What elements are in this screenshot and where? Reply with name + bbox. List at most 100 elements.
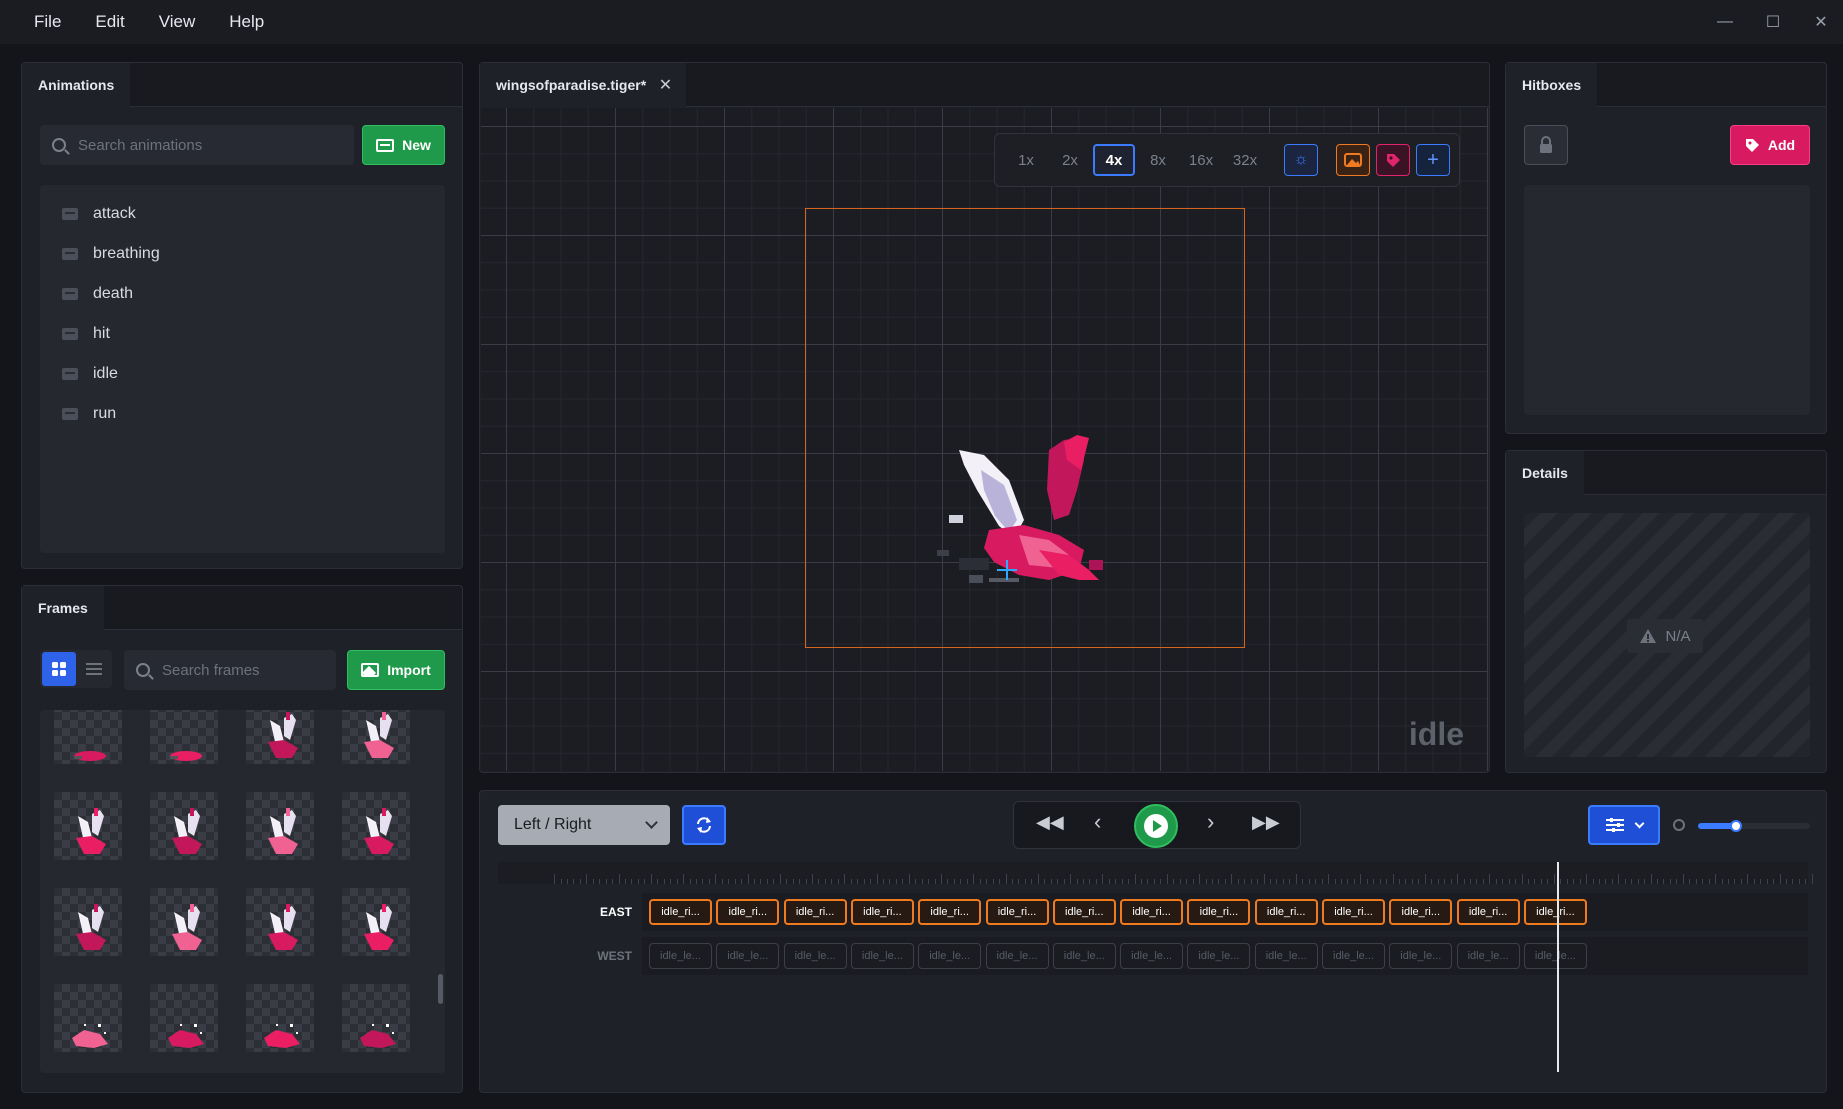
toggle-hitboxes[interactable]	[1376, 144, 1410, 176]
frame-thumbnail[interactable]	[54, 888, 122, 956]
timeline-frame[interactable]: idle_ri...	[1523, 899, 1587, 925]
close-tab-icon[interactable]: ✕	[659, 75, 672, 95]
timeline-frame[interactable]: idle_le...	[1254, 943, 1318, 969]
animation-item-hit[interactable]: hit	[62, 325, 110, 343]
import-frames-button[interactable]: Import	[347, 650, 445, 690]
animations-search[interactable]	[40, 125, 354, 165]
tab-editor-file[interactable]: wingsofparadise.tiger* ✕	[480, 63, 687, 107]
timeline-frame[interactable]: idle_le...	[1322, 943, 1385, 969]
menu-edit[interactable]: Edit	[95, 12, 124, 32]
frame-thumbnail[interactable]	[342, 888, 410, 956]
frame-thumbnail[interactable]	[150, 710, 218, 764]
frame-thumbnail[interactable]	[54, 792, 122, 860]
grid-view-button[interactable]	[42, 652, 76, 686]
frame-thumbnail[interactable]	[246, 984, 314, 1052]
play-button[interactable]	[1134, 804, 1178, 848]
animation-item-attack[interactable]: attack	[62, 205, 136, 223]
animation-item-breathing[interactable]: breathing	[62, 245, 160, 263]
timeline-frame[interactable]: idle_le...	[1523, 943, 1587, 969]
frame-thumbnail[interactable]	[150, 984, 218, 1052]
timeline-frame[interactable]: idle_ri...	[1456, 899, 1520, 925]
timeline-frame[interactable]: idle_ri...	[649, 899, 712, 925]
zoom-2x[interactable]: 2x	[1053, 144, 1087, 176]
tab-frames[interactable]: Frames	[22, 586, 104, 630]
zoom-8x[interactable]: 8x	[1141, 144, 1175, 176]
frame-thumbnail[interactable]	[342, 792, 410, 860]
first-frame-button[interactable]: ◀◀	[1036, 812, 1064, 833]
sprite-canvas[interactable]: idle	[481, 108, 1488, 771]
timeline-frame[interactable]: idle_ri...	[1254, 899, 1318, 925]
timeline-frame[interactable]: idle_ri...	[918, 899, 982, 925]
timeline-frame[interactable]: idle_le...	[1120, 943, 1184, 969]
minimize-button[interactable]: —	[1701, 0, 1749, 44]
add-hitbox-button[interactable]: Add	[1730, 125, 1810, 165]
slider-handle[interactable]	[1730, 820, 1742, 832]
timeline-frame[interactable]: idle_ri...	[783, 899, 847, 925]
animation-item-run[interactable]: run	[62, 405, 116, 423]
timeline-frame[interactable]: idle_le...	[1456, 943, 1520, 969]
tab-animations[interactable]: Animations	[22, 63, 131, 107]
toggle-origin[interactable]: +	[1416, 144, 1450, 176]
frame-thumbnail[interactable]	[54, 984, 122, 1052]
timeline-frame[interactable]: idle_ri...	[850, 899, 914, 925]
timeline-frame[interactable]: idle_ri...	[1389, 899, 1453, 925]
next-frame-button[interactable]: ›	[1207, 809, 1214, 835]
timeline-frame[interactable]: idle_ri...	[1052, 899, 1116, 925]
zoom-16x[interactable]: 16x	[1181, 144, 1221, 176]
frame-thumbnail[interactable]	[246, 710, 314, 764]
animations-search-input[interactable]	[78, 136, 298, 154]
list-view-button[interactable]	[78, 652, 110, 686]
toggle-frame-bounds[interactable]	[1336, 144, 1370, 176]
frame-thumbnail[interactable]	[54, 710, 122, 764]
previous-frame-button[interactable]: ‹	[1094, 809, 1101, 835]
frames-search[interactable]	[124, 650, 336, 690]
timeline-frame[interactable]: idle_le...	[850, 943, 914, 969]
timeline-frame[interactable]: idle_le...	[985, 943, 1049, 969]
direction-select[interactable]: Left / Right	[498, 805, 670, 845]
zoom-32x[interactable]: 32x	[1225, 144, 1265, 176]
loop-toggle-button[interactable]	[682, 805, 726, 845]
timeline-frame[interactable]: idle_le...	[918, 943, 982, 969]
last-frame-button[interactable]: ▶▶	[1252, 812, 1280, 833]
timeline-frame[interactable]: idle_ri...	[716, 899, 780, 925]
brightness-toggle[interactable]: ☼	[1284, 144, 1318, 176]
frames-search-input[interactable]	[162, 661, 322, 679]
timeline-zoom-slider[interactable]	[1698, 820, 1810, 832]
timeline-frame[interactable]: idle_ri...	[1120, 899, 1184, 925]
frame-thumbnail[interactable]	[342, 710, 410, 764]
frame-thumbnail[interactable]	[246, 888, 314, 956]
frame-thumbnail[interactable]	[246, 792, 314, 860]
menu-file[interactable]: File	[34, 12, 61, 32]
menu-view[interactable]: View	[159, 12, 196, 32]
tab-details[interactable]: Details	[1506, 451, 1584, 495]
timeline-frame[interactable]: idle_le...	[1052, 943, 1116, 969]
timeline-ruler[interactable]	[498, 862, 1813, 884]
timeline-frame[interactable]: idle_le...	[716, 943, 780, 969]
timeline-frame[interactable]: idle_le...	[783, 943, 847, 969]
new-button-label: New	[402, 137, 431, 153]
animation-item-death[interactable]: death	[62, 285, 133, 303]
grid-icon	[52, 662, 66, 676]
chevron-down-icon	[1634, 818, 1644, 828]
timeline-frame[interactable]: idle_ri...	[1322, 899, 1385, 925]
close-window-button[interactable]: ✕	[1797, 0, 1843, 44]
menu-help[interactable]: Help	[229, 12, 264, 32]
frame-thumbnail[interactable]	[342, 984, 410, 1052]
timeline-frame[interactable]: idle_ri...	[1187, 899, 1251, 925]
frame-thumbnail[interactable]	[150, 888, 218, 956]
zoom-4x[interactable]: 4x	[1093, 144, 1135, 176]
animation-item-idle[interactable]: idle	[62, 365, 118, 383]
zoom-1x[interactable]: 1x	[1009, 144, 1043, 176]
timeline-frame[interactable]: idle_ri...	[985, 899, 1049, 925]
tab-hitboxes[interactable]: Hitboxes	[1506, 63, 1598, 107]
playhead[interactable]	[1557, 862, 1559, 1072]
frame-thumbnail[interactable]	[150, 792, 218, 860]
timeline-frame[interactable]: idle_le...	[1389, 943, 1453, 969]
timeline-frame[interactable]: idle_le...	[1187, 943, 1251, 969]
new-animation-button[interactable]: New	[362, 125, 445, 165]
frames-scrollbar[interactable]	[438, 974, 443, 1004]
maximize-button[interactable]: ☐	[1749, 0, 1797, 44]
timeline-frame[interactable]: idle_le...	[649, 943, 712, 969]
timeline-options-button[interactable]	[1588, 805, 1660, 845]
lock-button[interactable]	[1524, 125, 1568, 165]
